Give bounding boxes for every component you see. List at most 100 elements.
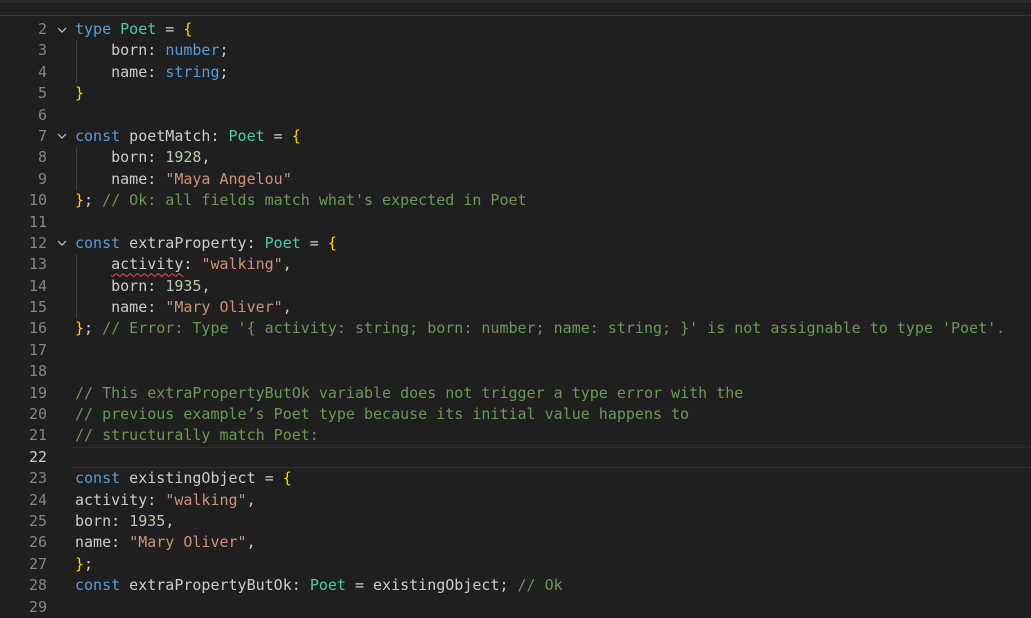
code-line[interactable]: 10 }; // Ok: all fields match what's expe… [0,190,1031,211]
code-line[interactable]: 17 [0,340,1031,361]
line-code[interactable]: name: "Maya Angelou" [75,169,292,190]
code-line[interactable]: 25 born: 1935, [0,511,1031,532]
line-code[interactable]: }; // Error: Type '{ activity: string; b… [75,318,1005,339]
line-code[interactable]: activity: "walking", [75,254,292,275]
code-token: } [75,319,85,338]
line-number[interactable]: 2 [0,19,47,40]
code-line[interactable]: 22 [0,446,1031,469]
line-code[interactable]: type Poet = { [75,19,192,40]
code-line[interactable]: 14 born: 1935, [0,275,1031,298]
code-line[interactable]: 29 [0,597,1031,618]
code-line[interactable]: 26 name: "Mary Oliver", [0,532,1031,553]
code-token: 1935 [129,511,166,530]
line-code[interactable]: born: 1928, [75,147,210,168]
line-code[interactable]: name: "Mary Oliver", [75,297,292,318]
line-code[interactable]: name: "Mary Oliver", [75,532,256,553]
line-number[interactable]: 16 [0,318,47,339]
line-number[interactable]: 27 [0,554,47,575]
line-number[interactable]: 22 [0,447,47,468]
line-code[interactable]: const extraPropertyButOk: Poet = existin… [75,575,563,596]
line-number[interactable]: 29 [0,597,47,618]
line-number[interactable]: 28 [0,575,47,596]
code-token: 1928 [165,148,202,167]
code-line[interactable]: 12 const extraProperty: Poet = { [0,233,1031,254]
current-line-highlight [72,446,1031,469]
line-code[interactable]: born: number; [75,40,228,61]
code-token: activity: [75,490,166,509]
code-editor[interactable]: 2 type Poet = {3 born: number; 4 name: str… [0,19,1031,618]
code-line[interactable]: 18 [0,361,1031,382]
code-token: name: [75,169,166,188]
line-number[interactable]: 25 [0,511,47,532]
line-code[interactable]: }; // Ok: all fields match what's expect… [75,190,527,211]
line-number[interactable]: 9 [0,169,47,190]
line-number[interactable]: 20 [0,404,47,425]
code-token: { [282,469,292,488]
line-code[interactable]: activity: "walking", [75,490,256,511]
code-line[interactable]: 9 name: "Maya Angelou" [0,168,1031,191]
line-number[interactable]: 3 [0,40,47,61]
code-line[interactable]: 16 }; // Error: Type '{ activity: string;… [0,318,1031,339]
line-number[interactable]: 26 [0,532,47,553]
code-line[interactable]: 11 [0,212,1031,233]
code-line[interactable]: 7 const poetMatch: Poet = { [0,126,1031,147]
line-code[interactable]: }; [75,554,93,575]
line-code[interactable]: const extraProperty: Poet = { [75,233,337,254]
code-line[interactable]: 8 born: 1928, [0,147,1031,169]
code-token: , [201,148,211,167]
line-code[interactable]: // structurally match Poet: [75,425,319,446]
code-line[interactable]: 24 activity: "walking", [0,490,1031,511]
code-line[interactable]: 6 [0,105,1031,126]
code-line[interactable]: 27}; [0,554,1031,575]
line-number[interactable]: 7 [0,126,47,147]
line-code[interactable]: const poetMatch: Poet = { [75,126,301,147]
line-number[interactable]: 23 [0,468,47,489]
code-line[interactable]: 2 type Poet = { [0,19,1031,40]
chevron-down-icon[interactable] [55,126,69,147]
line-number[interactable]: 13 [0,254,47,275]
line-number[interactable]: 19 [0,383,47,404]
code-line[interactable]: 23 const existingObject = { [0,468,1031,489]
code-line[interactable]: 13 activity: "walking", [0,254,1031,276]
line-number[interactable]: 10 [0,190,47,211]
line-code[interactable]: const existingObject = { [75,468,292,489]
line-number[interactable]: 14 [0,276,47,297]
line-code[interactable]: } [75,83,84,104]
line-code[interactable]: born: 1935, [75,276,210,297]
code-line[interactable]: 15 name: "Mary Oliver", [0,297,1031,319]
line-code[interactable]: // previous example’s Poet type because … [75,404,689,425]
code-line[interactable]: 28 const extraPropertyButOk: Poet = exist… [0,575,1031,596]
line-number[interactable]: 6 [0,105,47,126]
line-number[interactable]: 21 [0,425,47,446]
code-line[interactable]: 3 born: number; [0,40,1031,62]
line-number[interactable]: 5 [0,83,47,104]
chevron-down-icon[interactable] [55,19,69,40]
line-number[interactable]: 15 [0,297,47,318]
code-token: Poet [228,126,265,145]
line-code[interactable]: born: 1935, [75,511,174,532]
line-number[interactable]: 11 [0,212,47,233]
line-code[interactable]: name: string; [75,62,228,83]
code-token: , [246,533,256,552]
line-number[interactable]: 4 [0,62,47,83]
code-token: = [156,20,184,38]
code-token: , [165,511,175,530]
chevron-down-icon[interactable] [55,233,69,254]
code-token: Poet [120,20,157,38]
code-line[interactable]: 20 // previous example’s Poet type becaus… [0,404,1031,425]
line-number[interactable]: 8 [0,147,47,168]
code-token: // Ok: all fields match what's expected … [102,191,527,210]
code-line[interactable]: 21 // structurally match Poet: [0,425,1031,446]
line-number[interactable]: 17 [0,340,47,361]
code-token: { [183,20,193,38]
line-number[interactable]: 24 [0,490,47,511]
line-number[interactable]: 12 [0,233,47,254]
code-token: "Maya Angelou" [165,169,292,188]
line-number[interactable]: 18 [0,361,47,382]
code-token: // previous example’s Poet type because … [75,405,690,424]
line-code[interactable]: // This extraPropertyButOk variable does… [75,383,743,404]
code-line[interactable]: 19 // This extraPropertyButOk variable do… [0,383,1031,404]
code-line[interactable]: 5} [0,83,1031,104]
code-line[interactable]: 4 name: string; [0,61,1031,84]
